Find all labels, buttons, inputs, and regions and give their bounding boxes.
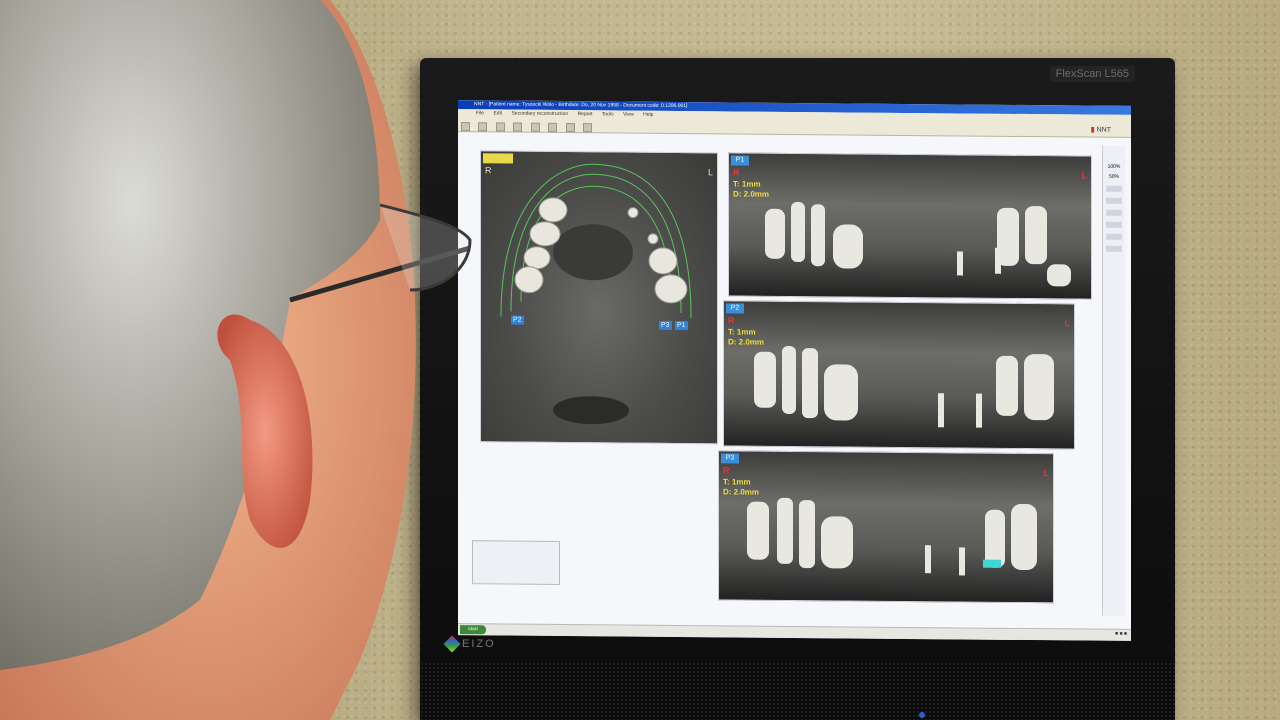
p2-left-marker: L — [1064, 318, 1071, 329]
curve-label-p2[interactable]: P2 — [511, 315, 524, 325]
teeth-image — [754, 345, 1054, 428]
system-tray: ■ ■ ■ — [1115, 630, 1127, 637]
monitor-speaker-grille — [420, 662, 1175, 720]
app-logo: ▮ NNT — [1090, 126, 1111, 134]
p1-thickness: T: 1mm — [733, 179, 761, 189]
p3-distance: D: 2.0mm — [723, 487, 760, 497]
tool-slot[interactable] — [1106, 245, 1122, 252]
app-logo-text: NNT — [1096, 126, 1111, 134]
curve-label-p3[interactable]: P3 — [659, 320, 672, 330]
menu-secondary-reconstruction[interactable]: Secondary reconstruction — [511, 111, 568, 117]
tools-side-panel[interactable]: 100% 50% — [1102, 145, 1125, 616]
monitor-screen: NNT - [Patient name: Tyszecki Wolo - Bir… — [458, 100, 1131, 641]
p2-right-marker: R — [728, 315, 735, 326]
tool-slot[interactable] — [1106, 209, 1122, 216]
curve-label-p1[interactable]: P1 — [675, 320, 688, 331]
toolbar-button[interactable] — [495, 122, 505, 132]
p1-params: T: 1mm D: 2.0mm — [733, 179, 769, 199]
tool-slot[interactable] — [1106, 233, 1122, 240]
p1-right-marker: R — [733, 167, 740, 178]
panoramic-view-p2[interactable]: P2 R L T: 1mm D: 2.0mm — [723, 300, 1075, 450]
p2-thickness: T: 1mm — [728, 327, 756, 337]
teeth-image — [747, 497, 1037, 576]
toolbar-button[interactable] — [565, 123, 575, 133]
p1-distance: D: 2.0mm — [733, 189, 770, 199]
toolbar-button[interactable] — [513, 122, 523, 132]
menu-edit[interactable]: Edit — [493, 110, 502, 116]
p3-thickness: T: 1mm — [723, 477, 751, 487]
power-led-icon[interactable] — [919, 712, 925, 718]
tool-slot[interactable] — [1106, 197, 1122, 204]
tool-slot[interactable] — [1106, 185, 1122, 192]
zoom-100-option[interactable]: 100% — [1103, 164, 1125, 170]
p2-tag: P2 — [726, 303, 744, 314]
teeth-image — [765, 202, 1071, 287]
person-head-photo — [0, 0, 472, 720]
toolbar-button[interactable] — [583, 123, 593, 133]
p3-left-marker: L — [1043, 468, 1050, 479]
panoramic-view-p1[interactable]: P1 R L T: 1mm D: 2.0mm — [728, 152, 1092, 300]
p1-left-marker: L — [1081, 170, 1088, 181]
toolbar-button[interactable] — [530, 122, 540, 132]
menu-tools[interactable]: Tools — [602, 111, 614, 117]
scene: FlexScan L565 EIZO NNT - [Patient name: … — [0, 0, 1280, 720]
menu-report[interactable]: Report — [578, 111, 593, 117]
toolbar-button[interactable] — [548, 122, 558, 132]
p2-params: T: 1mm D: 2.0mm — [728, 327, 764, 347]
zoom-50-option[interactable]: 50% — [1103, 174, 1125, 180]
menu-view[interactable]: View — [623, 112, 634, 118]
axial-view[interactable]: R L P2 P3 P1 — [480, 150, 718, 445]
panoramic-view-p3[interactable]: P3 R L T: 1mm D: 2.0mm — [718, 450, 1054, 604]
p2-distance: D: 2.0mm — [728, 337, 765, 347]
tool-slot[interactable] — [1106, 221, 1122, 228]
monitor-model-label: FlexScan L565 — [1049, 66, 1135, 82]
menu-help[interactable]: Help — [643, 112, 653, 118]
dental-arch-image — [500, 163, 692, 425]
p3-tag: P3 — [721, 453, 739, 464]
window-level-panel[interactable] — [472, 540, 560, 585]
p3-params: T: 1mm D: 2.0mm — [723, 477, 759, 497]
p3-right-marker: R — [723, 465, 730, 476]
p1-tag: P1 — [731, 155, 749, 166]
